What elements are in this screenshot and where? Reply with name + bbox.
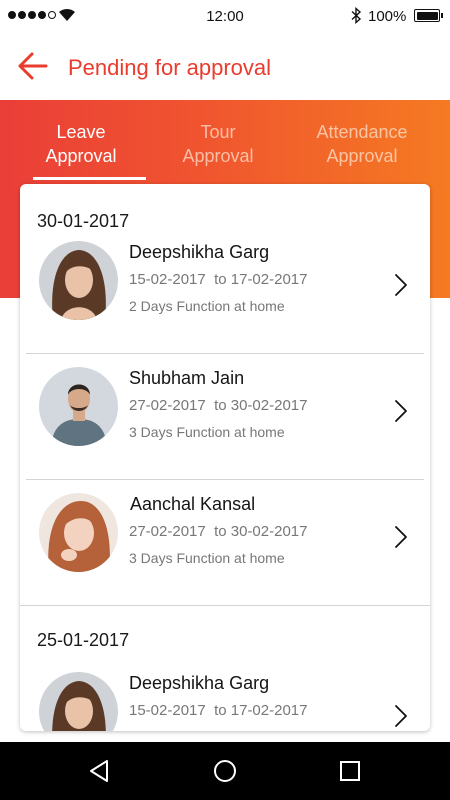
tab-label-line1: Attendance bbox=[316, 122, 408, 142]
leave-from-date: 27-02-2017 bbox=[129, 397, 206, 414]
chevron-right-icon[interactable] bbox=[393, 524, 409, 550]
employee-name: Deepshikha Garg bbox=[129, 242, 270, 262]
tab-label-line2: Approval bbox=[45, 146, 117, 166]
battery-level-fill bbox=[416, 11, 438, 20]
tab-tour-approval[interactable]: Tour Approval bbox=[153, 120, 283, 168]
tab-label-line2: Approval bbox=[182, 146, 254, 166]
approval-list-card: 30-01-2017 Deepshikha Garg 15-02-2017 to… bbox=[20, 184, 430, 731]
status-bar: 12:00 100% bbox=[0, 0, 450, 31]
man-portrait-avatar bbox=[39, 367, 118, 446]
list-item[interactable]: Deepshikha Garg 15-02-2017 to 17-02-2017… bbox=[20, 228, 430, 354]
bluetooth-icon bbox=[351, 7, 362, 24]
employee-name: Shubham Jain bbox=[129, 368, 245, 388]
square-recents-icon[interactable] bbox=[337, 758, 363, 784]
leave-from-date: 15-02-2017 bbox=[129, 271, 206, 288]
page-title: Pending for approval bbox=[68, 55, 272, 80]
app-header: Pending for approval bbox=[0, 31, 450, 100]
tab-label-line1: Leave bbox=[56, 122, 106, 142]
tab-attendance-approval[interactable]: Attendance Approval bbox=[297, 120, 427, 168]
leave-dates: 27-02-2017 to 30-02-2017 bbox=[129, 523, 307, 540]
leave-reason: 3 Days Function at home bbox=[129, 424, 285, 440]
leave-reason: 2 Days Function at home bbox=[129, 298, 285, 314]
chevron-right-icon[interactable] bbox=[393, 398, 409, 424]
leave-to-date: to 17-02-2017 bbox=[214, 702, 308, 719]
group-date: 25-01-2017 bbox=[37, 630, 130, 650]
leave-to-date: to 30-02-2017 bbox=[214, 523, 308, 540]
leave-dates: 15-02-2017 to 17-02-2017 bbox=[129, 702, 307, 719]
system-nav-bar bbox=[0, 742, 450, 800]
circle-home-icon[interactable] bbox=[212, 758, 238, 784]
woman-portrait-avatar bbox=[39, 241, 118, 320]
arrow-left-icon[interactable] bbox=[14, 49, 54, 83]
tab-label-line1: Tour bbox=[200, 122, 236, 142]
active-tab-indicator bbox=[33, 177, 146, 180]
chevron-right-icon[interactable] bbox=[393, 703, 409, 729]
leave-dates: 27-02-2017 to 30-02-2017 bbox=[129, 397, 307, 414]
leave-from-date: 27-02-2017 bbox=[129, 523, 206, 540]
triangle-back-icon[interactable] bbox=[87, 758, 113, 784]
employee-name: Aanchal Kansal bbox=[130, 494, 256, 514]
leave-dates: 15-02-2017 to 17-02-2017 bbox=[129, 271, 307, 288]
leave-reason: 3 Days Function at home bbox=[129, 550, 285, 566]
woman-portrait-avatar bbox=[39, 493, 118, 572]
list-item[interactable]: Deepshikha Garg 15-02-2017 to 17-02-2017 bbox=[20, 659, 430, 731]
section-divider bbox=[20, 605, 430, 606]
battery-icon bbox=[414, 9, 443, 22]
battery-percent: 100% bbox=[368, 8, 407, 25]
leave-to-date: to 17-02-2017 bbox=[214, 271, 308, 288]
leave-to-date: to 30-02-2017 bbox=[214, 397, 308, 414]
list-item[interactable]: Shubham Jain 27-02-2017 to 30-02-2017 3 … bbox=[20, 354, 430, 480]
list-item[interactable]: Aanchal Kansal 27-02-2017 to 30-02-2017 … bbox=[20, 480, 430, 606]
chevron-right-icon[interactable] bbox=[393, 272, 409, 298]
woman-portrait-avatar bbox=[39, 672, 118, 731]
leave-from-date: 15-02-2017 bbox=[129, 702, 206, 719]
tab-label-line2: Approval bbox=[326, 146, 398, 166]
tab-leave-approval[interactable]: Leave Approval bbox=[16, 120, 146, 168]
employee-name: Deepshikha Garg bbox=[129, 673, 270, 693]
